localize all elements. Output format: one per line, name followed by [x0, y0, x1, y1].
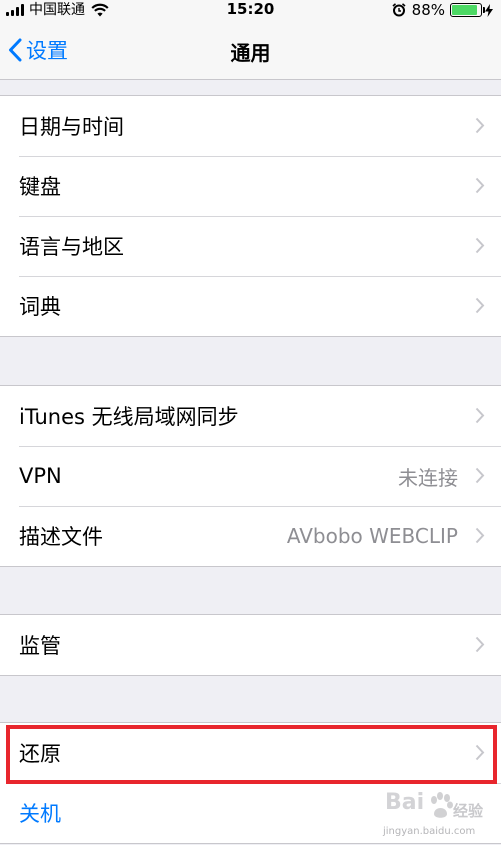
page-title: 通用 — [230, 41, 271, 65]
row-label: 日期与时间 — [19, 115, 124, 139]
chevron-right-icon — [475, 407, 485, 424]
settings-group-1: 日期与时间 键盘 语言与地区 词典 — [0, 95, 501, 337]
row-label: 描述文件 — [19, 525, 103, 549]
row-supervision[interactable]: 监管 — [0, 615, 501, 675]
row-label: VPN — [19, 464, 62, 488]
chevron-right-icon — [475, 177, 485, 194]
status-bar: 中国联通 15:20 88% — [0, 0, 501, 20]
highlight-frame — [6, 725, 497, 784]
watermark-url: jingyan.baidu.com — [383, 826, 476, 837]
chevron-right-icon — [475, 297, 485, 314]
row-label: 词典 — [19, 295, 61, 319]
row-profile[interactable]: 描述文件 AVbobo WEBCLIP — [0, 506, 501, 566]
row-label: 键盘 — [19, 175, 61, 199]
row-label: iTunes 无线局域网同步 — [19, 405, 239, 429]
settings-group-2: iTunes 无线局域网同步 VPN 未连接 描述文件 AVbobo WEBCL… — [0, 385, 501, 567]
vpn-status-value: 未连接 — [398, 465, 458, 490]
battery-icon — [450, 3, 485, 17]
chevron-right-icon — [475, 117, 485, 134]
row-label: 监管 — [19, 634, 61, 658]
row-date-time[interactable]: 日期与时间 — [0, 96, 501, 156]
navigation-bar: 设置 通用 — [0, 20, 501, 80]
shutdown-label: 关机 — [19, 802, 61, 826]
row-dictionary[interactable]: 词典 — [0, 276, 501, 336]
watermark-text: Bai — [385, 790, 425, 815]
chevron-right-icon — [475, 467, 485, 484]
chevron-right-icon — [475, 527, 485, 544]
row-itunes-wifi-sync[interactable]: iTunes 无线局域网同步 — [0, 386, 501, 446]
chevron-right-icon — [475, 237, 485, 254]
profile-value: AVbobo WEBCLIP — [286, 524, 458, 548]
row-keyboard[interactable]: 键盘 — [0, 156, 501, 216]
charging-bolt-icon — [485, 3, 493, 17]
chevron-right-icon — [475, 636, 485, 653]
battery-percentage: 88% — [411, 1, 445, 19]
status-right: 88% — [392, 1, 493, 19]
row-vpn[interactable]: VPN 未连接 — [0, 446, 501, 506]
row-language-region[interactable]: 语言与地区 — [0, 216, 501, 276]
baidu-watermark: Bai 经验 jingyan.baidu.com — [383, 788, 493, 840]
battery-fill — [452, 5, 477, 15]
paw-text: 经验 — [453, 802, 484, 820]
settings-group-3: 监管 — [0, 614, 501, 676]
alarm-icon — [392, 3, 406, 17]
row-label: 语言与地区 — [19, 235, 124, 259]
paw-logo-icon: 经验 — [431, 792, 484, 820]
